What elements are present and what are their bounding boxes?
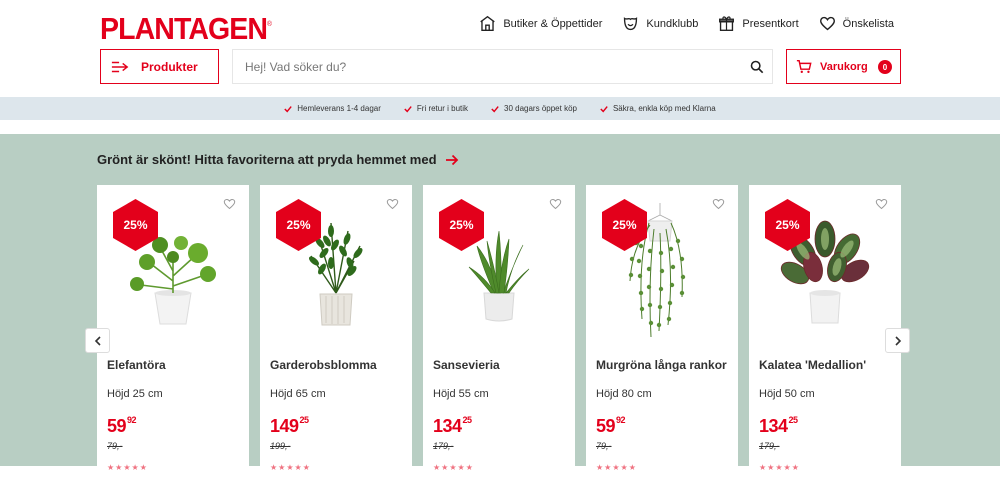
product-name: Murgröna långa rankor (596, 358, 727, 372)
product-price: 5992 (596, 415, 626, 436)
wishlist-label: Önskelista (842, 17, 894, 30)
usp-text: Säkra, enkla köp med Klarna (612, 104, 716, 113)
usp-item: 30 dagars öppet köp (491, 104, 577, 113)
cart-button[interactable]: Varukorg 0 (786, 49, 901, 84)
products-menu-button[interactable]: Produkter (100, 49, 219, 84)
product-card-list: 25% Elefantöra Höjd 25 cm 5992 79,- ★★★★… (97, 185, 901, 485)
stores-label: Butiker & Öppettider (503, 17, 603, 30)
club-icon (624, 17, 638, 31)
carousel-prev-button[interactable] (85, 328, 110, 353)
wishlist-heart-icon[interactable] (223, 198, 236, 210)
search-icon[interactable] (750, 60, 764, 74)
gift-card-label: Presentkort (742, 17, 799, 30)
usp-text: 30 dagars öppet köp (504, 104, 577, 113)
site-header: PLANTAGEN® Butiker & Öppettider Kundklub… (0, 0, 1000, 97)
product-carousel-section: Grönt är skönt! Hitta favoriterna att pr… (0, 134, 1000, 485)
wishlist-heart-icon[interactable] (549, 198, 562, 210)
product-price: 13425 (759, 415, 798, 436)
cart-label: Varukorg (820, 60, 868, 73)
product-name: Elefantöra (107, 358, 166, 372)
wishlist-heart-icon[interactable] (875, 198, 888, 210)
usp-bar: Hemleverans 1-4 dagar Fri retur i butik … (0, 97, 1000, 120)
product-name: Garderobsblomma (270, 358, 377, 372)
gift-icon (719, 16, 735, 31)
rating-stars: ★★★★★ (107, 463, 148, 472)
checkmark-icon (284, 105, 293, 112)
product-card[interactable]: 25% Kalatea 'Medallion' Höjd 50 cm 13425… (749, 185, 901, 485)
product-height: Höjd 50 cm (759, 388, 815, 400)
product-card[interactable]: 25% Garderobsblomma Höjd 65 cm 14925 199… (260, 185, 412, 485)
discount-label: 25% (449, 218, 474, 232)
top-navigation: Butiker & Öppettider Kundklubb Presentko… (479, 15, 894, 32)
usp-item: Säkra, enkla köp med Klarna (600, 104, 716, 113)
product-name: Kalatea 'Medallion' (759, 358, 867, 372)
old-price: 199,- (270, 441, 291, 451)
discount-label: 25% (286, 218, 311, 232)
search-input[interactable] (245, 59, 772, 74)
product-price: 13425 (433, 415, 472, 436)
product-card[interactable]: 25% Elefantöra Höjd 25 cm 5992 79,- ★★★★… (97, 185, 249, 485)
rating-stars: ★★★★★ (596, 463, 637, 472)
carousel-next-button[interactable] (885, 328, 910, 353)
wishlist-heart-icon[interactable] (386, 198, 399, 210)
plantagen-logo[interactable]: PLANTAGEN® (100, 11, 272, 47)
cart-count-badge: 0 (878, 60, 892, 74)
old-price: 179,- (759, 441, 780, 451)
usp-item: Hemleverans 1-4 dagar (284, 104, 381, 113)
product-card[interactable]: 25% Murgröna långa rankor Höjd 80 cm 599… (586, 185, 738, 485)
gift-card-link[interactable]: Presentkort (718, 15, 799, 32)
checkmark-icon (404, 105, 412, 112)
discount-label: 25% (612, 218, 637, 232)
old-price: 179,- (433, 441, 454, 451)
heart-icon (819, 16, 835, 31)
product-name: Sansevieria (433, 358, 500, 372)
products-button-label: Produkter (141, 59, 198, 74)
product-height: Höjd 25 cm (107, 388, 163, 400)
usp-item: Fri retur i butik (404, 104, 468, 113)
search-bar (232, 49, 773, 84)
product-card[interactable]: 25% Sansevieria Höjd 55 cm 13425 179,- ★… (423, 185, 575, 485)
stores-link[interactable]: Butiker & Öppettider (479, 15, 602, 32)
usp-text: Fri retur i butik (416, 104, 469, 113)
menu-arrow-icon (111, 61, 129, 72)
section-title-link[interactable]: Grönt är skönt! Hitta favoriterna att pr… (97, 152, 459, 167)
cart-icon (796, 60, 812, 73)
rating-stars: ★★★★★ (270, 463, 311, 472)
customer-club-link[interactable]: Kundklubb (622, 15, 698, 32)
rating-stars: ★★★★★ (759, 463, 800, 472)
arrow-right-icon (445, 154, 458, 165)
store-icon (480, 15, 496, 31)
section-title: Grönt är skönt! Hitta favoriterna att pr… (97, 152, 437, 167)
club-label: Kundklubb (646, 17, 699, 30)
checkmark-icon (600, 105, 608, 112)
chevron-right-icon (894, 335, 901, 346)
product-height: Höjd 55 cm (433, 388, 489, 400)
wishlist-link[interactable]: Önskelista (819, 15, 894, 32)
usp-text: Hemleverans 1-4 dagar (297, 104, 381, 113)
product-price: 5992 (107, 415, 137, 436)
old-price: 79,- (596, 441, 612, 451)
discount-label: 25% (123, 218, 148, 232)
chevron-left-icon (94, 335, 101, 346)
product-height: Höjd 65 cm (270, 388, 326, 400)
checkmark-icon (491, 105, 499, 112)
old-price: 79,- (107, 441, 123, 451)
product-height: Höjd 80 cm (596, 388, 652, 400)
spacer (0, 120, 1000, 134)
wishlist-heart-icon[interactable] (712, 198, 725, 210)
discount-label: 25% (775, 218, 800, 232)
rating-stars: ★★★★★ (433, 463, 474, 472)
product-price: 14925 (270, 415, 309, 436)
